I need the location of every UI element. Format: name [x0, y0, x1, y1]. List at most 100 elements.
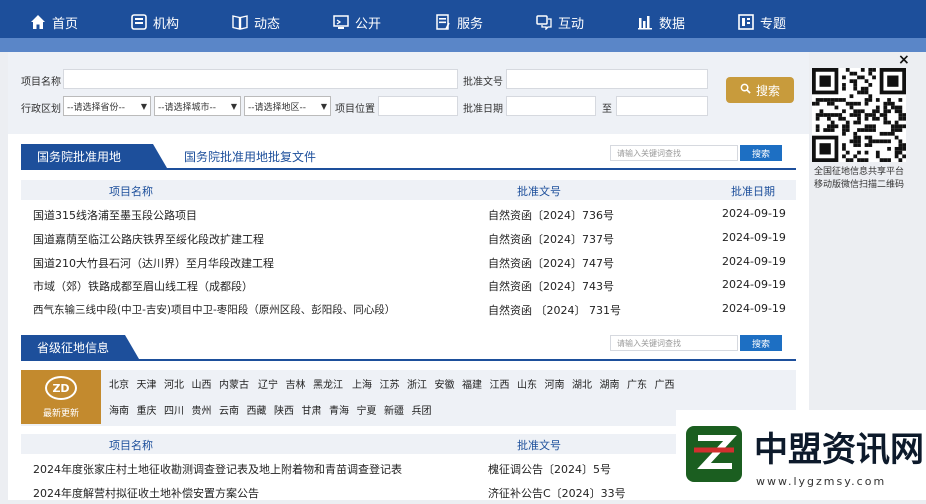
province-link[interactable]: 安徽 [435, 376, 455, 391]
nav-item-data[interactable]: 数据 [637, 10, 685, 34]
project-name-input[interactable] [63, 69, 458, 89]
nav-label: 数据 [659, 16, 686, 32]
watermark-logo-icon [686, 426, 742, 482]
tab-state-council[interactable]: 国务院批准用地 [21, 144, 167, 168]
province-link[interactable]: 四川 [164, 402, 184, 417]
province-link[interactable]: 湖北 [572, 376, 592, 391]
province-link[interactable]: 山东 [517, 376, 537, 391]
table-row[interactable]: 市域（郊）铁路成都至眉山线工程（成都段） 自然资函〔2024〕743号 2024… [21, 274, 796, 297]
province-link[interactable]: 上海 [352, 376, 372, 391]
col-project-name: 项目名称 [109, 439, 153, 452]
state-council-search-button[interactable]: 搜索 [740, 145, 782, 161]
nav-item-public[interactable]: 公开 [333, 10, 381, 34]
province-link[interactable]: 云南 [219, 402, 239, 417]
province-link[interactable]: 北京 [109, 376, 129, 391]
province-link[interactable]: 江苏 [380, 376, 400, 391]
province-link[interactable]: 浙江 [407, 376, 427, 391]
nav-item-org[interactable]: 机构 [131, 10, 179, 34]
province-link[interactable]: 广西 [655, 376, 675, 391]
nav-stripe [0, 38, 926, 52]
city-select[interactable]: --请选择城市-- ▼ [154, 96, 241, 116]
province-link[interactable]: 广东 [627, 376, 647, 391]
watermark-title: 中盟资讯网 [754, 430, 924, 470]
row-date: 2024-09-19 [722, 207, 786, 220]
provincial-search-input[interactable]: 请输入关键词查找 [610, 335, 738, 351]
province-link[interactable]: 兵团 [412, 402, 432, 417]
state-council-table-header: 项目名称 批准文号 批准日期 [21, 180, 796, 200]
province-link[interactable]: 重庆 [137, 402, 157, 417]
province-link[interactable]: 福建 [462, 376, 482, 391]
nav-label: 首页 [52, 16, 79, 32]
badge-text: 最新更新 [42, 409, 79, 419]
date-to-label: 至 [602, 104, 612, 115]
tab-provincial[interactable]: 省级征地信息 [21, 335, 139, 359]
search-form: 项目名称 批准文号 行政区划 --请选择省份-- ▼ --请选择城市-- ▼ --请… [8, 52, 809, 134]
row-project-name[interactable]: 西气东输三线中段(中卫-吉安)项目中卫-枣阳段（原州区段、彭阳段、同心段） [33, 302, 395, 317]
region-label: 行政区划 [21, 104, 61, 115]
state-council-search-input[interactable]: 请输入关键词查找 [610, 145, 738, 161]
nav-label: 互动 [558, 16, 585, 32]
province-link[interactable]: 江西 [490, 376, 510, 391]
search-button-label: 搜索 [755, 83, 780, 98]
province-link[interactable]: 海南 [109, 402, 129, 417]
nav-item-service[interactable]: 服务 [435, 10, 483, 34]
province-link[interactable]: 河北 [164, 376, 184, 391]
province-link[interactable]: 内蒙古 [219, 376, 249, 391]
row-project-name[interactable]: 国道210大竹县石河（达川界）至月华段改建工程 [33, 255, 274, 271]
province-link[interactable]: 甘肃 [302, 402, 322, 417]
row-date: 2024-09-19 [722, 302, 786, 315]
table-row[interactable]: 国道210大竹县石河（达川界）至月华段改建工程 自然资函〔2024〕747号 2… [21, 251, 796, 274]
approval-no-input[interactable] [506, 69, 708, 89]
tab-label: 省级征地信息 [37, 340, 110, 355]
search-button[interactable]: 搜索 [726, 77, 794, 103]
province-link[interactable]: 青海 [329, 402, 349, 417]
district-select[interactable]: --请选择地区-- ▼ [244, 96, 331, 116]
province-link[interactable]: 河南 [545, 376, 565, 391]
row-project-name[interactable]: 国道嘉荫至临江公路庆铁界至绥化段改扩建工程 [33, 231, 264, 247]
watermark-url: www.lygzmsy.com [756, 475, 887, 488]
nav-item-interact[interactable]: 互动 [536, 10, 584, 34]
date-from-input[interactable] [506, 96, 596, 116]
province-link[interactable]: 宁夏 [357, 402, 377, 417]
qr-caption-line1: 全国征地信息共享平台 [813, 167, 904, 177]
nav-label: 专题 [760, 16, 787, 32]
province-link[interactable]: 天津 [137, 376, 157, 391]
row-date: 2024-09-19 [722, 255, 786, 268]
qr-caption: 全国征地信息共享平台 移动版微信扫描二维码 [809, 166, 909, 192]
nav-item-home[interactable]: 首页 [30, 10, 78, 34]
row-project-name[interactable]: 国道315线洛浦至墨玉段公路项目 [33, 207, 197, 223]
province-select-value: --请选择省份-- [67, 102, 125, 113]
table-row[interactable]: 国道嘉荫至临江公路庆铁界至绥化段改扩建工程 自然资函〔2024〕737号 202… [21, 227, 796, 250]
row-approval-no: 自然资函 〔2024〕 731号 [488, 304, 621, 317]
chevron-down-icon: ▼ [320, 102, 327, 111]
state-council-docs-link[interactable]: 国务院批准用地批复文件 [184, 148, 316, 165]
province-link[interactable]: 贵州 [192, 402, 212, 417]
province-select[interactable]: --请选择省份-- ▼ [63, 96, 151, 116]
province-link[interactable]: 陕西 [274, 402, 294, 417]
table-row[interactable]: 西气东输三线中段(中卫-吉安)项目中卫-枣阳段（原州区段、彭阳段、同心段） 自然… [21, 298, 796, 321]
province-link[interactable]: 黑龙江 [313, 376, 343, 391]
province-link[interactable]: 西藏 [247, 402, 267, 417]
row-project-name[interactable]: 2024年度解营村拟征收土地补偿安置方案公告 [33, 485, 259, 501]
service-icon [435, 14, 451, 30]
province-link[interactable]: 新疆 [384, 402, 404, 417]
approval-no-label: 批准文号 [463, 77, 503, 88]
row-approval-no: 济征补公告C〔2024〕33号 [488, 487, 626, 500]
row-project-name[interactable]: 2024年度张家庄村土地征收勘测调查登记表及地上附着物和青苗调查登记表 [33, 461, 402, 477]
province-link[interactable]: 湖南 [600, 376, 620, 391]
province-link[interactable]: 山西 [192, 376, 212, 391]
nav-item-news[interactable]: 动态 [232, 10, 280, 34]
location-input[interactable] [378, 96, 458, 116]
province-link[interactable]: 吉林 [286, 376, 306, 391]
date-to-input[interactable] [616, 96, 708, 116]
zd-logo: ZD [45, 376, 77, 400]
nav-item-topic[interactable]: 专题 [738, 10, 786, 34]
province-link[interactable]: 辽宁 [258, 376, 278, 391]
row-project-name[interactable]: 市域（郊）铁路成都至眉山线工程（成都段） [33, 278, 253, 294]
close-icon[interactable]: × [898, 52, 910, 68]
nav-label: 服务 [457, 16, 484, 32]
table-row[interactable]: 国道315线洛浦至墨玉段公路项目 自然资函〔2024〕736号 2024-09-… [21, 203, 796, 226]
provincial-search-button[interactable]: 搜索 [740, 335, 782, 351]
row-approval-no: 自然资函〔2024〕747号 [488, 257, 614, 270]
search-icon [740, 83, 751, 97]
